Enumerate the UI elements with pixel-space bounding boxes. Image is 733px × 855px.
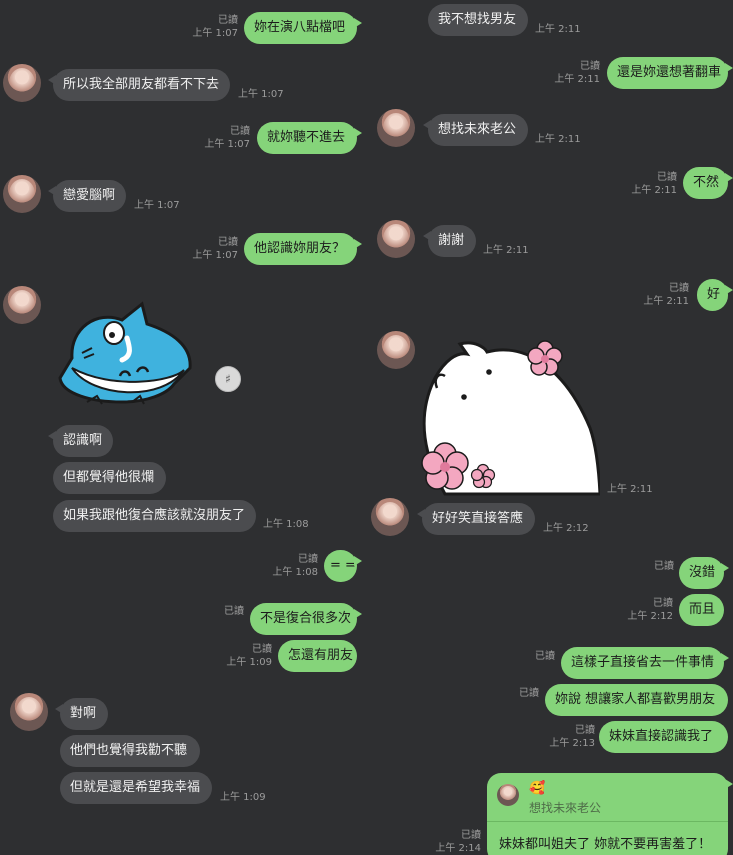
timestamp: 上午 2:11 — [483, 245, 529, 256]
reply-message-bubble[interactable]: 🥰 想找未來老公 妹妹都叫姐夫了 妳就不要再害羞了！ — [487, 773, 733, 855]
message-bubble-received[interactable]: 認識啊 — [48, 425, 113, 457]
message-bubble-received[interactable]: 如果我跟他復合應該就沒朋友了 — [53, 500, 256, 532]
read-receipt: 已讀 — [654, 561, 674, 572]
read-receipt: 已讀 上午 2:11 — [631, 172, 677, 196]
read-receipt: 已讀 上午 1:07 — [204, 126, 250, 150]
message-bubble-received[interactable]: 我不想找男友 — [428, 4, 528, 36]
message-bubble-sent[interactable]: 還是妳還想著翻車 — [607, 57, 733, 89]
timestamp: 上午 2:12 — [543, 523, 589, 534]
message-bubble-received[interactable]: 好好笑直接答應 — [417, 503, 535, 535]
message-bubble-sent[interactable]: 不然 — [683, 167, 733, 199]
avatar[interactable] — [3, 286, 41, 324]
read-receipt: 已讀 上午 2:11 — [643, 283, 689, 307]
message-bubble-sent[interactable]: 沒錯 — [679, 557, 729, 589]
read-receipt: 已讀 上午 1:07 — [192, 15, 238, 39]
message-bubble-received[interactable]: 想找未來老公 — [423, 114, 528, 146]
avatar[interactable] — [371, 498, 409, 536]
message-bubble-sent[interactable]: 妳在演八點檔吧 — [244, 12, 362, 44]
timestamp: 上午 1:07 — [134, 200, 180, 211]
smiling-face-with-hearts-icon: 🥰 — [529, 781, 546, 796]
timestamp: 上午 1:08 — [263, 519, 309, 530]
read-receipt: 已讀 上午 2:14 — [435, 830, 481, 854]
message-bubble-received[interactable]: 對啊 — [55, 698, 108, 730]
avatar[interactable] — [377, 331, 415, 369]
timestamp: 上午 2:11 — [607, 484, 653, 495]
reply-text: 妹妹都叫姐夫了 妳就不要再害羞了！ — [499, 837, 712, 852]
divider — [487, 821, 728, 822]
read-receipt: 已讀 上午 1:09 — [226, 644, 272, 668]
timestamp: 上午 1:07 — [238, 89, 284, 100]
read-receipt: 已讀 上午 2:12 — [627, 598, 673, 622]
message-bubble-sent[interactable]: 好 — [697, 279, 733, 311]
avatar[interactable] — [10, 693, 48, 731]
avatar[interactable] — [377, 109, 415, 147]
read-receipt: 已讀 上午 1:08 — [272, 554, 318, 578]
message-bubble-sent[interactable]: 怎還有朋友 — [278, 640, 357, 672]
message-bubble-sent[interactable]: 不是復合很多次 — [250, 603, 362, 635]
seal-sticker[interactable] — [415, 338, 600, 496]
message-bubble-sent[interactable]: 妳說 想讓家人都喜歡男朋友 — [545, 684, 728, 716]
message-bubble-sent[interactable]: = = — [324, 550, 362, 582]
timestamp: 上午 2:11 — [535, 134, 581, 145]
message-bubble-received[interactable]: 所以我全部朋友都看不下去 — [48, 69, 230, 101]
timestamp: 上午 1:09 — [220, 792, 266, 803]
message-bubble-received[interactable]: 謝謝 — [423, 225, 476, 257]
timestamp: 上午 2:11 — [535, 24, 581, 35]
quoted-text: 想找未來老公 — [529, 801, 602, 815]
avatar[interactable] — [377, 220, 415, 258]
avatar[interactable] — [3, 64, 41, 102]
quoted-message[interactable]: 🥰 想找未來老公 — [497, 781, 718, 817]
message-bubble-sent[interactable]: 妹妹直接認識我了 — [599, 721, 728, 753]
read-receipt: 已讀 — [224, 606, 244, 617]
read-receipt: 已讀 上午 1:07 — [192, 237, 238, 261]
read-receipt: 已讀 — [535, 651, 555, 662]
message-bubble-sent[interactable]: 而且 — [679, 594, 724, 626]
message-bubble-received[interactable]: 但就是還是希望我幸福 — [60, 772, 212, 804]
message-bubble-received[interactable]: 但都覺得他很爛 — [53, 462, 166, 494]
read-receipt: 已讀 上午 2:11 — [554, 61, 600, 85]
message-bubble-sent[interactable]: 這樣子直接省去一件事情 — [561, 647, 729, 679]
chat-column-right: 我不想找男友 上午 2:11 已讀 上午 2:11 還是妳還想著翻車 想找未來老公… — [367, 0, 733, 855]
read-receipt: 已讀 — [519, 688, 539, 699]
speaker-icon[interactable]: ♯ — [215, 366, 241, 392]
message-bubble-received[interactable]: 戀愛腦啊 — [48, 180, 126, 212]
message-bubble-sent[interactable]: 就妳聽不進去 — [257, 122, 362, 154]
chat-column-left: 已讀 上午 1:07 妳在演八點檔吧 所以我全部朋友都看不下去 上午 1:07 已… — [0, 0, 366, 855]
message-bubble-sent[interactable]: 他認識妳朋友？ — [244, 233, 362, 265]
message-bubble-received[interactable]: 他們也覺得我勸不聽 — [60, 735, 200, 767]
read-receipt: 已讀 上午 2:13 — [549, 725, 595, 749]
avatar — [497, 784, 519, 806]
avatar[interactable] — [3, 175, 41, 213]
whale-sticker[interactable] — [52, 298, 197, 410]
